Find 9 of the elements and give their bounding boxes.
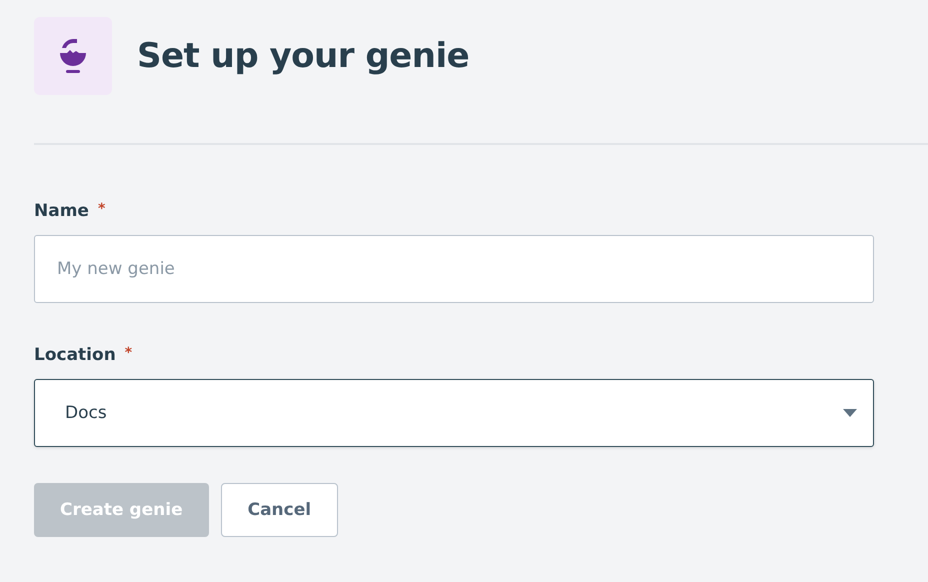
required-mark: * [124, 345, 132, 361]
field-label: Location [34, 345, 116, 365]
caret-icon [843, 409, 857, 417]
cancel-button[interactable]: Cancel [220, 483, 338, 537]
location-dropdown[interactable]: Docs [34, 379, 874, 447]
name-field[interactable]: My new genie [34, 235, 874, 303]
required-mark: * [98, 201, 106, 217]
field-label: Name [34, 201, 89, 221]
page-title: Set up your genie [137, 36, 470, 76]
